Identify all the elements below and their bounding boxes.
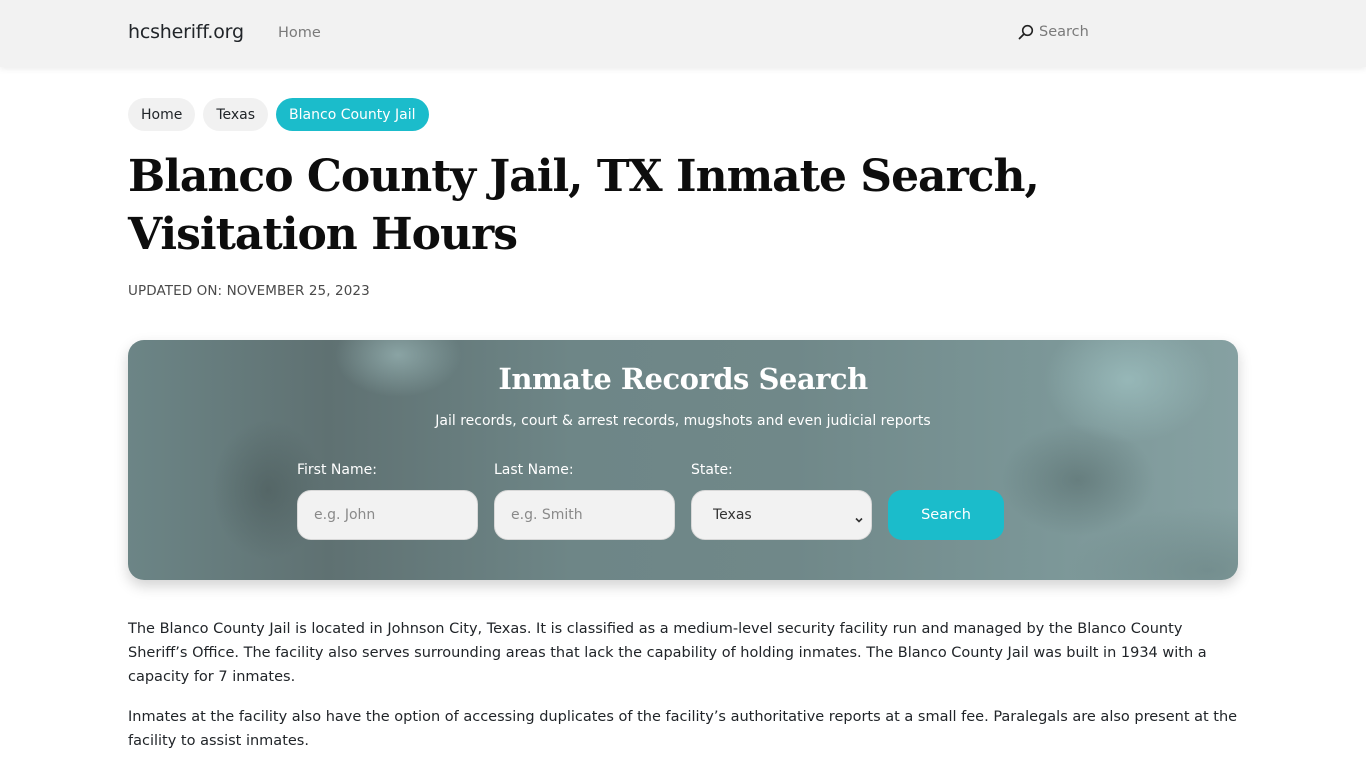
state-field-group: State: Texas xyxy=(691,462,872,540)
first-name-field-group: First Name: xyxy=(297,462,478,540)
article-paragraph: Inmates at the facility also have the op… xyxy=(128,709,1238,749)
breadcrumb-texas[interactable]: Texas xyxy=(203,98,269,131)
nav-home-link[interactable]: Home xyxy=(278,25,321,41)
page-title: Blanco County Jail, TX Inmate Search, Vi… xyxy=(128,151,1040,260)
search-icon xyxy=(1018,24,1034,40)
article-paragraph: The Blanco County Jail is located in Joh… xyxy=(128,621,1207,685)
first-name-input[interactable] xyxy=(297,490,478,540)
search-panel-subtitle: Jail records, court & arrest records, mu… xyxy=(435,413,931,429)
inmate-search-panel: Inmate Records Search Jail records, cour… xyxy=(128,340,1238,580)
nav-search-button[interactable]: Search xyxy=(1018,24,1089,40)
last-name-input[interactable] xyxy=(494,490,675,540)
top-navbar: hcsheriff.org Home Search xyxy=(0,0,1366,67)
search-submit-button[interactable]: Search xyxy=(888,490,1004,540)
updated-date: UPDATED ON: NOVEMBER 25, 2023 xyxy=(128,283,370,299)
state-select[interactable]: Texas xyxy=(691,490,872,540)
search-panel-title: Inmate Records Search xyxy=(498,362,868,396)
breadcrumb-blanco-county-jail[interactable]: Blanco County Jail xyxy=(276,98,429,131)
last-name-label: Last Name: xyxy=(494,462,574,478)
breadcrumb-home[interactable]: Home xyxy=(128,98,196,131)
last-name-field-group: Last Name: xyxy=(494,462,675,540)
state-label: State: xyxy=(691,462,733,478)
breadcrumb: Home Texas Blanco County Jail xyxy=(128,98,429,131)
nav-search-label: Search xyxy=(1039,24,1089,40)
article-body: The Blanco County Jail is located in Joh… xyxy=(128,617,1240,768)
first-name-label: First Name: xyxy=(297,462,377,478)
site-brand-link[interactable]: hcsheriff.org xyxy=(128,21,244,43)
